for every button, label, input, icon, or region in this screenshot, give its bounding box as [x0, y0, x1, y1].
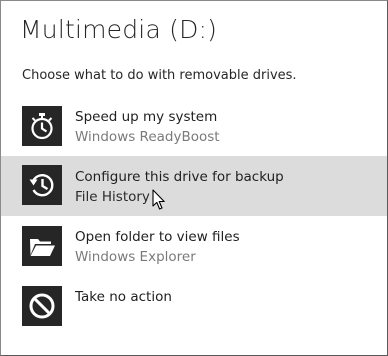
option-sublabel: File History	[75, 189, 150, 205]
autoplay-dialog: Multimedia (D:) Choose what to do with r…	[0, 0, 388, 356]
option-label: Take no action	[75, 289, 172, 305]
option-label: Configure this drive for backup	[75, 169, 284, 185]
option-take-no-action[interactable]: Take no action	[1, 279, 387, 339]
mouse-pointer-icon	[152, 189, 166, 215]
option-label: Open folder to view files	[75, 229, 240, 245]
option-open-folder[interactable]: Open folder to view files Windows Explor…	[1, 219, 387, 279]
dialog-prompt: Choose what to do with removable drives.	[22, 68, 297, 83]
option-speed-up-system[interactable]: Speed up my system Windows ReadyBoost	[1, 99, 387, 159]
history-clock-icon	[22, 165, 62, 205]
option-sublabel: Windows Explorer	[75, 249, 196, 265]
no-action-icon	[22, 286, 62, 326]
dialog-title: Multimedia (D:)	[20, 15, 218, 44]
option-configure-backup[interactable]: Configure this drive for backup File His…	[1, 156, 387, 216]
folder-open-icon	[22, 226, 62, 266]
stopwatch-icon	[22, 106, 62, 146]
option-sublabel: Windows ReadyBoost	[75, 129, 220, 145]
option-label: Speed up my system	[75, 109, 218, 125]
